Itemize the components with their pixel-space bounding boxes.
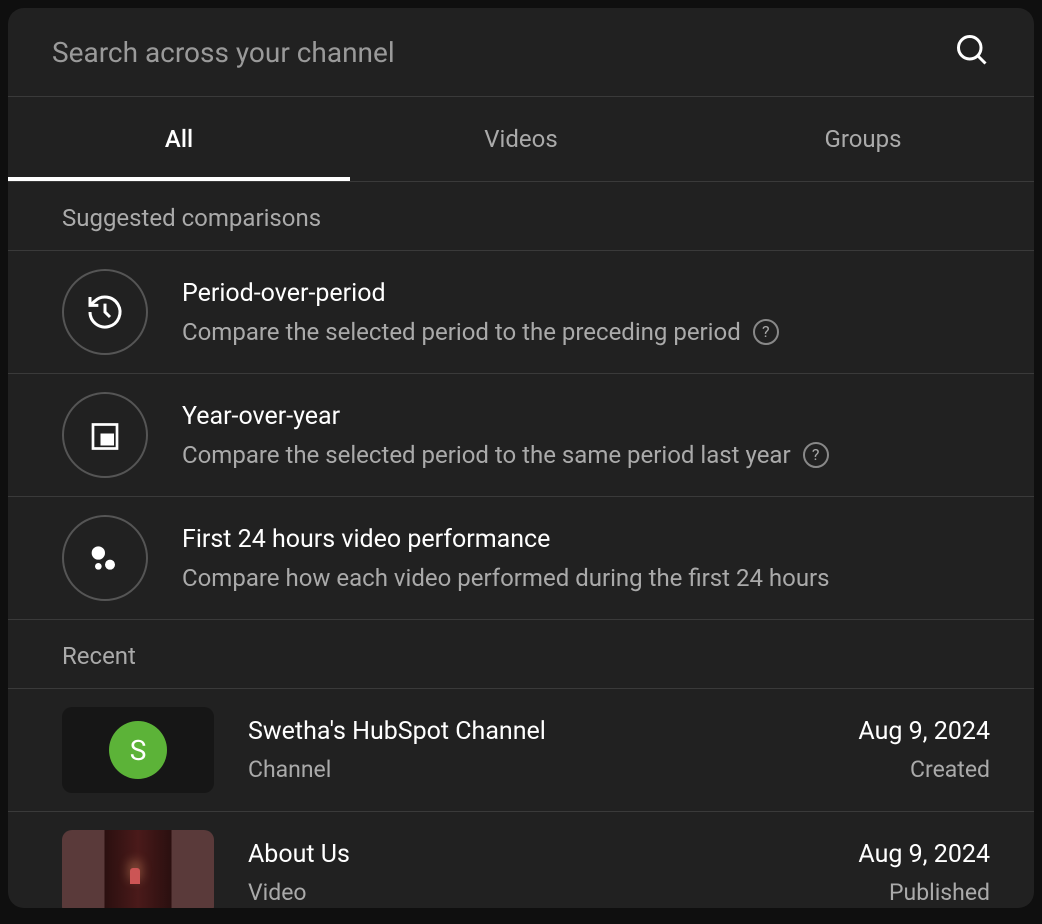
recent-status: Created [858,756,990,783]
suggestion-list: Period-over-period Compare the selected … [8,250,1034,620]
history-icon [62,269,148,355]
help-icon[interactable]: ? [803,442,829,468]
suggestion-year-over-year[interactable]: Year-over-year Compare the selected peri… [8,373,1034,496]
recent-subtitle: Video [248,879,858,906]
bubble-chart-icon [62,515,148,601]
suggestion-desc-text: Compare the selected period to the prece… [182,318,741,346]
suggestion-title: Year-over-year [182,402,990,431]
channel-thumbnail: S [62,707,214,793]
help-icon[interactable]: ? [753,319,779,345]
suggestion-desc: Compare the selected period to the prece… [182,318,990,346]
suggestion-desc-text: Compare the selected period to the same … [182,441,791,469]
recent-list: S Swetha's HubSpot Channel Channel Aug 9… [8,688,1034,908]
search-bar [8,8,1034,97]
search-panel: All Videos Groups Suggested comparisons … [8,8,1034,908]
tab-all[interactable]: All [8,97,350,181]
tab-groups[interactable]: Groups [692,97,1034,181]
recent-status: Published [858,879,990,906]
suggestion-text: First 24 hours video performance Compare… [182,525,990,592]
avatar: S [109,721,167,779]
suggestion-desc: Compare the selected period to the same … [182,441,990,469]
suggestion-desc: Compare how each video performed during … [182,564,990,592]
suggestion-desc-text: Compare how each video performed during … [182,564,830,592]
tabs: All Videos Groups [8,97,1034,182]
recent-meta: Aug 9, 2024 Published [858,840,990,906]
recent-title: Swetha's HubSpot Channel [248,717,858,746]
suggestion-period-over-period[interactable]: Period-over-period Compare the selected … [8,250,1034,373]
recent-header: Recent [8,620,1034,688]
recent-date: Aug 9, 2024 [858,840,990,869]
recent-text: Swetha's HubSpot Channel Channel [248,717,858,783]
calendar-icon [62,392,148,478]
recent-item-channel[interactable]: S Swetha's HubSpot Channel Channel Aug 9… [8,688,1034,811]
recent-meta: Aug 9, 2024 Created [858,717,990,783]
recent-subtitle: Channel [248,756,858,783]
suggestion-text: Year-over-year Compare the selected peri… [182,402,990,469]
suggested-comparisons-header: Suggested comparisons [8,182,1034,250]
search-input[interactable] [52,36,954,69]
tab-videos[interactable]: Videos [350,97,692,181]
recent-title: About Us [248,840,858,869]
recent-text: About Us Video [248,840,858,906]
search-icon[interactable] [954,32,990,72]
recent-item-video[interactable]: About Us Video Aug 9, 2024 Published [8,811,1034,908]
suggestion-text: Period-over-period Compare the selected … [182,279,990,346]
suggestion-title: First 24 hours video performance [182,525,990,554]
suggestion-first-24-hours[interactable]: First 24 hours video performance Compare… [8,496,1034,619]
recent-date: Aug 9, 2024 [858,717,990,746]
video-thumbnail [62,830,214,908]
suggestion-title: Period-over-period [182,279,990,308]
